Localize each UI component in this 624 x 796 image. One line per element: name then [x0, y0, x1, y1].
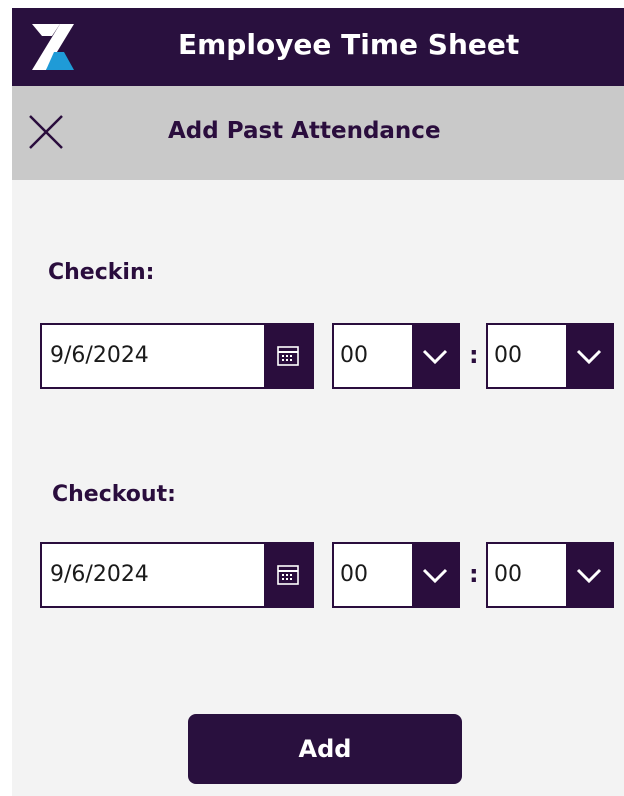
checkout-time-separator: : [469, 560, 479, 588]
checkout-hour-chevron-button[interactable] [412, 544, 458, 606]
checkin-hour-dropdown[interactable]: 00 [332, 323, 460, 389]
chevron-down-icon [422, 568, 448, 584]
checkout-hour-dropdown[interactable]: 00 [332, 542, 460, 608]
chevron-down-icon [576, 568, 602, 584]
add-button[interactable]: Add [188, 714, 462, 784]
calendar-icon [277, 346, 299, 366]
checkout-date-picker[interactable]: 9/6/2024 [40, 542, 314, 608]
checkin-minute-chevron-button[interactable] [566, 325, 612, 387]
checkout-minute-dropdown[interactable]: 00 [486, 542, 614, 608]
checkout-minute-value: 00 [494, 562, 522, 587]
subheader-bar: Add Past Attendance [12, 86, 624, 180]
app-title: Employee Time Sheet [178, 28, 520, 61]
checkout-calendar-button[interactable] [264, 544, 312, 606]
checkin-hour-value: 00 [340, 343, 368, 368]
checkin-minute-dropdown[interactable]: 00 [486, 323, 614, 389]
app-screen: Employee Time Sheet Add Past Attendance … [12, 8, 624, 796]
checkout-date-value: 9/6/2024 [50, 562, 149, 587]
close-icon[interactable] [26, 112, 66, 152]
checkout-minute-chevron-button[interactable] [566, 544, 612, 606]
checkin-date-value: 9/6/2024 [50, 343, 149, 368]
checkin-minute-value: 00 [494, 343, 522, 368]
app-header: Employee Time Sheet [12, 8, 624, 86]
checkin-calendar-button[interactable] [264, 325, 312, 387]
subheader-title: Add Past Attendance [168, 118, 441, 144]
calendar-icon [277, 565, 299, 585]
checkin-hour-chevron-button[interactable] [412, 325, 458, 387]
checkout-label: Checkout: [52, 482, 176, 507]
checkin-date-picker[interactable]: 9/6/2024 [40, 323, 314, 389]
chevron-down-icon [576, 349, 602, 365]
checkin-time-separator: : [469, 341, 479, 369]
brand-x-logo-icon [30, 22, 76, 72]
checkout-hour-value: 00 [340, 562, 368, 587]
chevron-down-icon [422, 349, 448, 365]
checkin-label: Checkin: [48, 260, 155, 285]
